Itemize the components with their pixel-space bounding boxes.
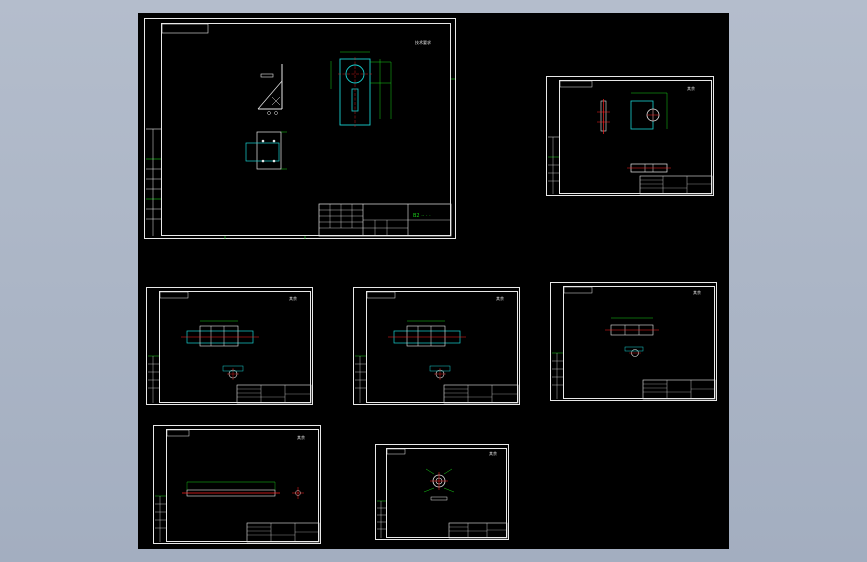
sheet-note: 其余 [693,290,701,295]
part-7-graphics [377,448,508,539]
sheet-note: 其余 [687,86,695,91]
sheet-note: 其余 [489,451,497,456]
sheet-note: 技术要求 [415,40,431,45]
drawing-sheet-part-3[interactable]: 其余 [146,287,313,405]
drawing-sheet-part-6[interactable]: 其余 [153,425,321,544]
drawing-sheet-part-2[interactable]: 其余 [546,76,714,196]
drawing-sheet-part-5[interactable]: 其余 [550,282,717,401]
drawing-sheet-part-7[interactable]: 其余 [375,444,509,540]
cad-model-space[interactable]: B2 ·· · · 技术要求 其余 其余 其余 其余 其余 其余 [138,13,729,549]
part-5-graphics [552,286,716,400]
assembly-drawing-graphics: B2 ·· · · [146,23,455,239]
sheet-note: 其余 [496,296,504,301]
part-3-graphics [148,291,312,404]
part-2-graphics [548,80,713,195]
part-4-graphics [355,291,519,404]
sheet-note: 其余 [289,296,297,301]
sheet-note: 其余 [297,435,305,440]
drawing-sheet-assembly[interactable]: B2 ·· · · 技术要求 [144,18,456,239]
svg-text:B2 ·· · ·: B2 ·· · · [413,213,431,219]
part-6-graphics [155,429,320,543]
drawing-sheet-part-4[interactable]: 其余 [353,287,520,405]
